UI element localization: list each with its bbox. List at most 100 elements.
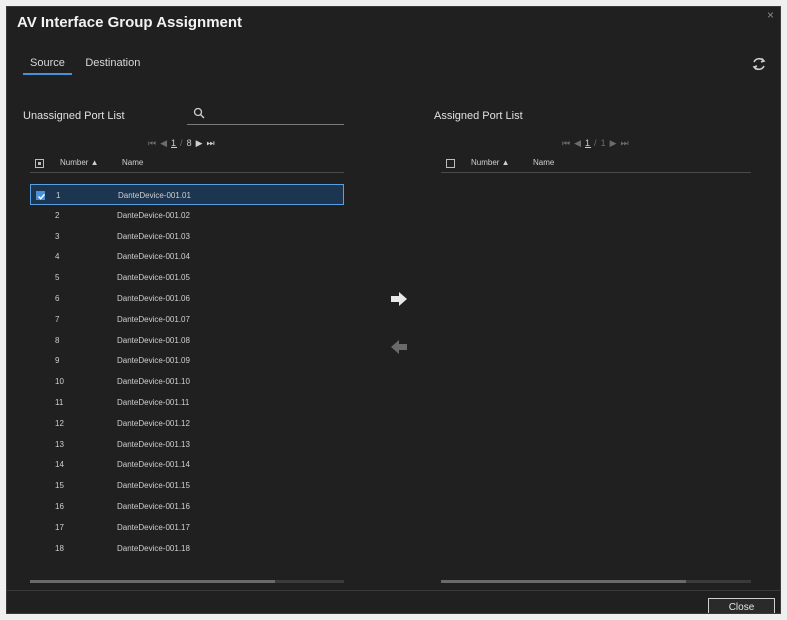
row-name: DanteDevice-001.04	[117, 252, 190, 262]
table-row[interactable]: 4 DanteDevice-001.04	[30, 246, 344, 267]
assigned-horizontal-scrollbar[interactable]	[441, 580, 751, 583]
row-name: DanteDevice-001.16	[117, 501, 190, 511]
total-pages: 8	[186, 138, 193, 148]
close-icon[interactable]: ×	[767, 8, 774, 22]
unassigned-port-rows: 1 DanteDevice-001.01 2 DanteDevice-001.02 3 D…	[30, 184, 344, 558]
column-name-header[interactable]: Name	[122, 158, 143, 167]
row-number: 13	[55, 439, 64, 449]
row-number: 7	[55, 314, 60, 324]
page-separator: /	[594, 138, 598, 148]
first-page-icon[interactable]: ⏮	[562, 138, 571, 148]
current-page[interactable]: 1	[171, 138, 177, 148]
prev-page-icon[interactable]: ◀	[574, 138, 582, 148]
table-row[interactable]: 6 DanteDevice-001.06	[30, 288, 344, 309]
row-number: 1	[56, 191, 61, 200]
row-number: 10	[55, 377, 64, 387]
dialog-title: AV Interface Group Assignment	[17, 14, 243, 31]
row-name: DanteDevice-001.11	[117, 397, 190, 407]
page-separator: /	[180, 138, 184, 148]
last-page-icon[interactable]: ⏭	[621, 138, 630, 148]
last-page-icon[interactable]: ⏭	[207, 138, 216, 148]
row-number: 2	[55, 210, 60, 220]
row-name: DanteDevice-001.12	[117, 418, 190, 428]
table-row[interactable]: 9 DanteDevice-001.09	[30, 350, 344, 371]
current-page[interactable]: 1	[585, 138, 591, 148]
table-row[interactable]: 13 DanteDevice-001.13	[30, 434, 344, 455]
row-name: DanteDevice-001.17	[117, 522, 190, 532]
footer-divider	[7, 590, 780, 591]
assigned-scrollbar-thumb[interactable]	[441, 580, 686, 583]
prev-page-icon[interactable]: ◀	[160, 138, 168, 148]
unassigned-port-list-label: Unassigned Port List	[23, 110, 125, 122]
search-icon	[193, 107, 205, 119]
row-number: 4	[55, 252, 60, 262]
row-name: DanteDevice-001.13	[117, 439, 190, 449]
row-name: DanteDevice-001.02	[117, 210, 190, 220]
assigned-port-list-label: Assigned Port List	[434, 110, 523, 122]
table-row[interactable]: 12 DanteDevice-001.12	[30, 413, 344, 434]
table-row[interactable]: 14 DanteDevice-001.14	[30, 454, 344, 475]
search-input[interactable]	[209, 106, 343, 123]
row-number: 18	[55, 543, 64, 553]
row-name: DanteDevice-001.09	[117, 356, 190, 366]
row-number: 6	[55, 293, 60, 303]
arrow-right-icon[interactable]	[390, 291, 408, 307]
row-number: 9	[55, 356, 60, 366]
table-row[interactable]: 15 DanteDevice-001.15	[30, 475, 344, 496]
tab-destination[interactable]: Destination	[78, 57, 147, 73]
unassigned-scrollbar-thumb[interactable]	[30, 580, 275, 583]
row-number: 14	[55, 460, 64, 470]
unassigned-pager: ⏮ ◀ 1/8 ▶ ⏭	[148, 138, 219, 149]
unassigned-table-header: Number ▲ Name	[30, 154, 344, 173]
assigned-pager: ⏮ ◀ 1/1 ▶ ⏭	[562, 138, 633, 149]
table-row[interactable]: 8 DanteDevice-001.08	[30, 330, 344, 351]
column-name-header[interactable]: Name	[533, 158, 554, 167]
first-page-icon[interactable]: ⏮	[148, 138, 157, 148]
arrow-left-icon[interactable]	[390, 339, 408, 355]
unassigned-horizontal-scrollbar[interactable]	[30, 580, 344, 583]
refresh-icon[interactable]	[751, 56, 767, 72]
column-number-header[interactable]: Number ▲	[471, 158, 510, 167]
row-name: DanteDevice-001.18	[117, 543, 190, 553]
row-number: 5	[55, 273, 60, 283]
row-name: DanteDevice-001.10	[117, 377, 190, 387]
table-row[interactable]: 16 DanteDevice-001.16	[30, 496, 344, 517]
row-name: DanteDevice-001.07	[117, 314, 190, 324]
tab-bar: Source Destination	[23, 53, 149, 75]
row-name: DanteDevice-001.06	[117, 293, 190, 303]
table-row[interactable]: 11 DanteDevice-001.11	[30, 392, 344, 413]
search-box	[187, 105, 344, 125]
table-row[interactable]: 18 DanteDevice-001.18	[30, 538, 344, 559]
table-row[interactable]: 1 DanteDevice-001.01	[30, 184, 344, 205]
row-name: DanteDevice-001.05	[117, 273, 190, 283]
row-name: DanteDevice-001.03	[117, 231, 190, 241]
table-row[interactable]: 10 DanteDevice-001.10	[30, 371, 344, 392]
table-row[interactable]: 7 DanteDevice-001.07	[30, 309, 344, 330]
tab-source[interactable]: Source	[23, 57, 72, 75]
total-pages: 1	[600, 138, 607, 148]
checkmark-icon	[38, 193, 46, 200]
row-name: DanteDevice-001.01	[118, 191, 191, 200]
row-name: DanteDevice-001.14	[117, 460, 190, 470]
row-number: 11	[55, 397, 64, 407]
row-number: 15	[55, 481, 64, 491]
row-number: 16	[55, 501, 64, 511]
column-number-header[interactable]: Number ▲	[60, 158, 99, 167]
table-row[interactable]: 5 DanteDevice-001.05	[30, 267, 344, 288]
row-checkbox[interactable]	[36, 191, 46, 200]
next-page-icon[interactable]: ▶	[610, 138, 618, 148]
select-all-checkbox[interactable]	[35, 159, 44, 168]
select-all-checkbox[interactable]	[446, 159, 455, 168]
table-row[interactable]: 2 DanteDevice-001.02	[30, 205, 344, 226]
next-page-icon[interactable]: ▶	[196, 138, 204, 148]
row-number: 12	[55, 418, 64, 428]
close-button[interactable]: Close	[708, 598, 775, 613]
row-number: 8	[55, 335, 60, 345]
av-interface-group-assignment-dialog: AV Interface Group Assignment × Source D…	[6, 6, 781, 614]
row-name: DanteDevice-001.08	[117, 335, 190, 345]
table-row[interactable]: 17 DanteDevice-001.17	[30, 517, 344, 538]
row-name: DanteDevice-001.15	[117, 481, 190, 491]
row-number: 17	[55, 522, 64, 532]
row-number: 3	[55, 231, 60, 241]
table-row[interactable]: 3 DanteDevice-001.03	[30, 226, 344, 247]
